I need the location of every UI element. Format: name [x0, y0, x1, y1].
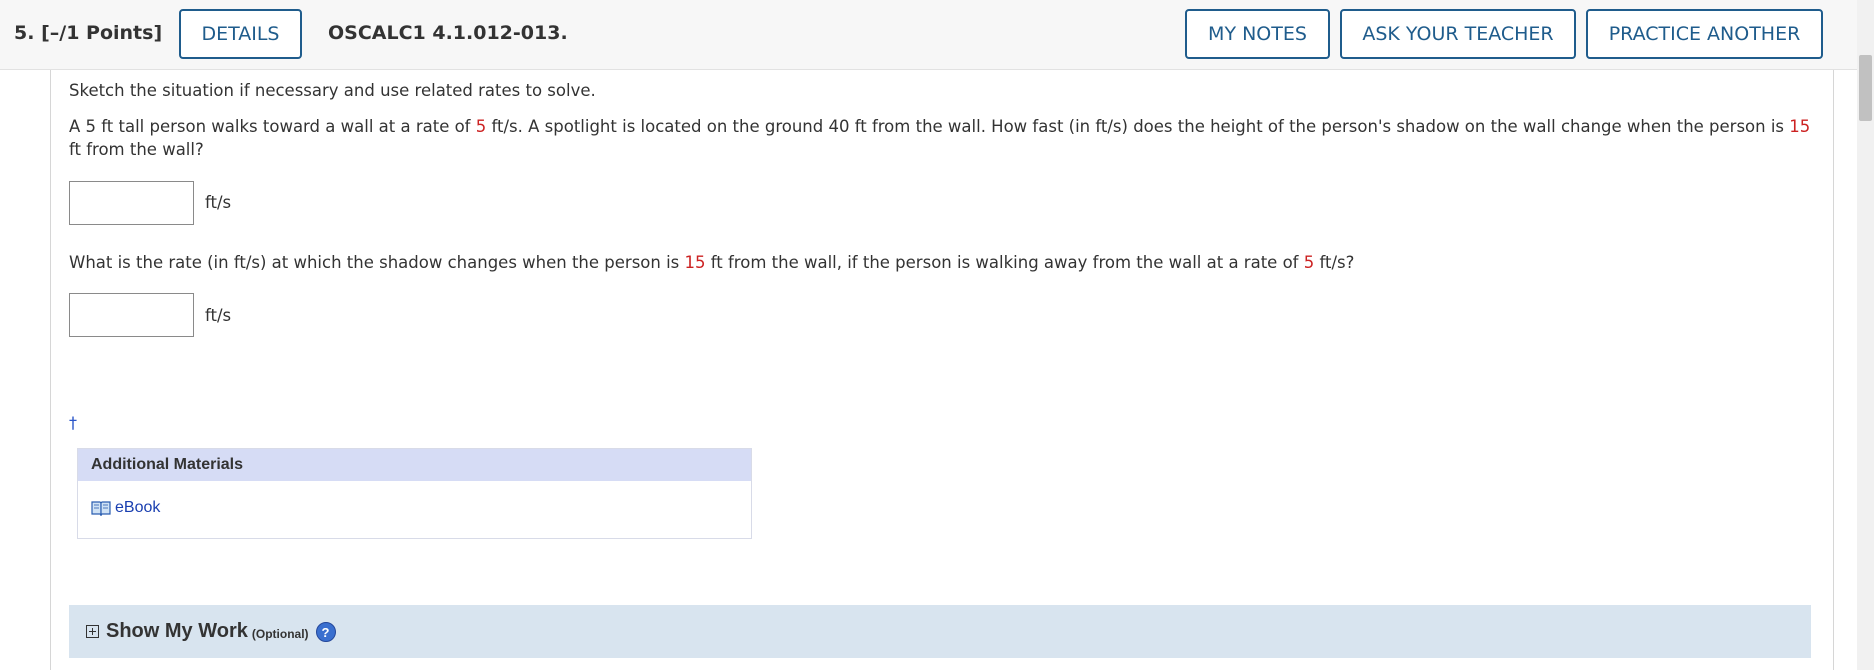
optional-label: (Optional) [251, 626, 309, 641]
rate-value: 5 [475, 117, 487, 136]
expand-plus-icon[interactable] [86, 625, 99, 638]
answer-unit-2: ft/s [205, 306, 232, 325]
book-icon [91, 500, 111, 517]
question-body: Sketch the situation if necessary and us… [50, 70, 1834, 670]
distance-value: 15 [1789, 117, 1811, 136]
ask-your-teacher-button[interactable]: ASK YOUR TEACHER [1340, 9, 1576, 59]
distance-value: 15 [684, 253, 706, 272]
answer-unit-1: ft/s [205, 193, 232, 212]
show-my-work-title[interactable]: Show My Work [106, 620, 248, 643]
scrollbar-thumb[interactable] [1859, 55, 1872, 121]
vertical-scrollbar[interactable] [1857, 0, 1874, 670]
rate-value: 5 [1303, 253, 1315, 272]
show-my-work-bar[interactable]: Show My Work (Optional) ? [69, 605, 1811, 658]
question-number-points: 5. [–/1 Points] [14, 22, 163, 44]
problem-text-part2: What is the rate (in ft/s) at which the … [69, 253, 1355, 272]
answer-input-1[interactable] [69, 181, 194, 225]
help-icon[interactable]: ? [315, 621, 336, 642]
problem-text-part1: A 5 ft tall person walks toward a wall a… [69, 117, 1811, 159]
additional-materials-panel: Additional Materials eBook [77, 448, 752, 539]
question-header: 5. [–/1 Points] DETAILS OSCALC1 4.1.012-… [0, 0, 1857, 70]
ebook-link[interactable]: eBook [115, 499, 160, 517]
additional-materials-heading: Additional Materials [78, 449, 751, 481]
instruction-text: Sketch the situation if necessary and us… [69, 81, 596, 100]
practice-another-button[interactable]: PRACTICE ANOTHER [1586, 9, 1823, 59]
question-code: OSCALC1 4.1.012-013. [328, 22, 568, 44]
answer-input-2[interactable] [69, 293, 194, 337]
details-button[interactable]: DETAILS [179, 9, 302, 59]
ebook-link-row[interactable]: eBook [91, 499, 160, 517]
my-notes-button[interactable]: MY NOTES [1185, 9, 1330, 59]
footnote-mark: † [69, 413, 77, 432]
